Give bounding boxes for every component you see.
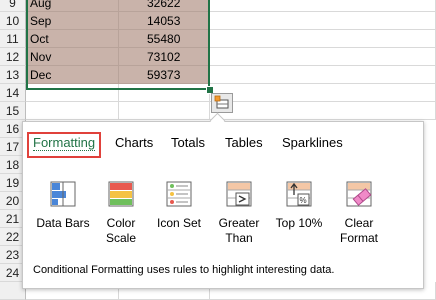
cell-empty[interactable] — [210, 66, 436, 84]
cell-value[interactable]: 73102 — [119, 48, 210, 66]
cell-empty[interactable] — [210, 12, 436, 30]
quick-analysis-icon — [214, 95, 229, 109]
cell-value[interactable]: 59373 — [119, 66, 210, 84]
cell-empty[interactable] — [210, 0, 436, 12]
top-10-label: Top 10% — [275, 216, 323, 230]
top-10-button[interactable]: % Top 10% — [269, 180, 329, 231]
data-bars-button[interactable]: Data Bars — [33, 180, 93, 231]
cell-empty[interactable] — [26, 84, 119, 102]
quick-analysis-panel: Formatting Charts Totals Tables Sparklin… — [22, 121, 424, 289]
row-header[interactable]: 12 — [0, 48, 26, 66]
clear-format-icon — [346, 181, 372, 207]
icon-set-icon — [166, 181, 192, 207]
greater-than-button[interactable]: Greater Than — [209, 180, 269, 246]
row-header[interactable]: 15 — [0, 102, 26, 120]
cell-empty[interactable] — [119, 102, 210, 120]
icon-set-label: Icon Set — [156, 216, 202, 230]
cell-month[interactable]: Nov — [26, 48, 119, 66]
color-scale-icon — [108, 181, 134, 207]
cell-value[interactable]: 32622 — [119, 0, 210, 12]
row-header[interactable]: 14 — [0, 84, 26, 102]
tab-charts[interactable]: Charts — [111, 132, 157, 154]
tab-sparklines[interactable]: Sparklines — [278, 132, 347, 154]
tab-formatting[interactable]: Formatting — [27, 132, 102, 158]
cell-month[interactable]: Dec — [26, 66, 119, 84]
cell-month[interactable]: Sep — [26, 12, 119, 30]
data-bars-icon — [50, 181, 76, 207]
tab-tables[interactable]: Tables — [221, 132, 267, 154]
cell-empty[interactable] — [210, 84, 436, 102]
cell-value[interactable]: 55480 — [119, 30, 210, 48]
cell-empty[interactable] — [210, 102, 436, 120]
icon-set-button[interactable]: Icon Set — [149, 180, 209, 231]
clear-format-label: Clear Format — [339, 216, 378, 245]
cell-empty[interactable] — [26, 102, 119, 120]
row-header[interactable]: 13 — [0, 66, 26, 84]
data-bars-label: Data Bars — [36, 216, 90, 230]
greater-than-label: Greater Than — [218, 216, 260, 245]
tab-totals[interactable]: Totals — [167, 132, 209, 154]
clear-format-button[interactable]: Clear Format — [329, 180, 389, 246]
svg-text:%: % — [300, 196, 307, 205]
row-header[interactable]: 9 — [0, 0, 26, 12]
panel-description: Conditional Formatting uses rules to hig… — [33, 264, 335, 276]
cell-value[interactable]: 14053 — [119, 12, 210, 30]
greater-than-icon — [226, 181, 252, 207]
cell-empty[interactable] — [119, 84, 210, 102]
color-scale-button[interactable]: Color Scale — [91, 180, 151, 246]
cell-month[interactable]: Oct — [26, 30, 119, 48]
top-10-icon: % — [286, 181, 312, 207]
cell-month[interactable]: Aug — [26, 0, 119, 12]
row-header[interactable]: 11 — [0, 30, 26, 48]
color-scale-label: Color Scale — [105, 216, 137, 245]
cell-empty[interactable] — [210, 48, 436, 66]
quick-analysis-button[interactable] — [211, 93, 233, 113]
cell-empty[interactable] — [210, 30, 436, 48]
row-header[interactable]: 10 — [0, 12, 26, 30]
